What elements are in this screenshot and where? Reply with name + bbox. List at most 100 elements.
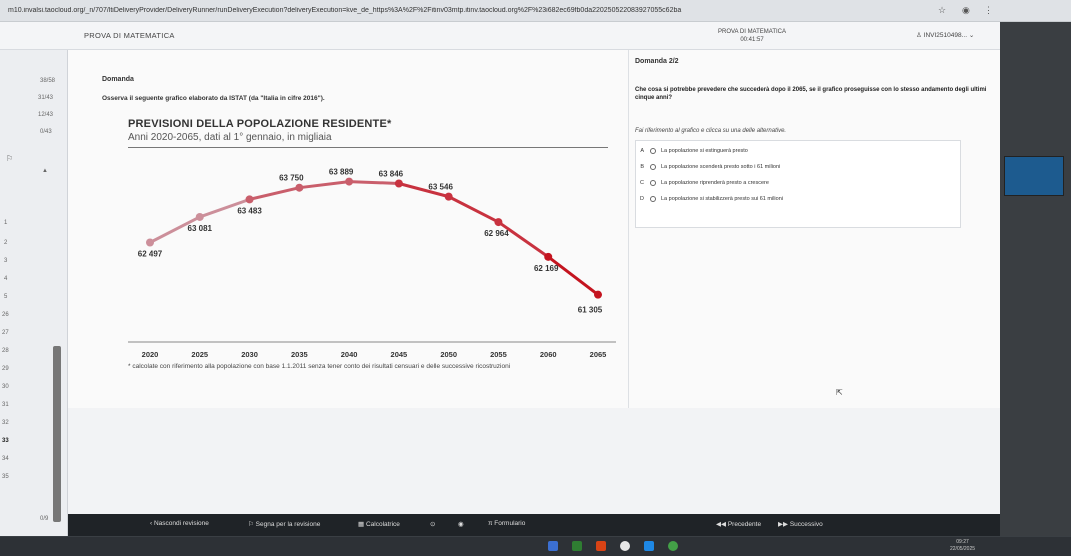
app-title: PROVA DI MATEMATICA bbox=[84, 31, 175, 40]
chart-rule bbox=[128, 147, 608, 148]
x-tick-label: 2030 bbox=[241, 350, 258, 359]
content-background bbox=[68, 408, 1000, 514]
option-a[interactable]: A La popolazione si estinguerà presto bbox=[636, 143, 960, 159]
series-line-segment bbox=[248, 186, 301, 201]
data-label: 63 889 bbox=[329, 168, 354, 177]
formulary-button[interactable]: π Formulario bbox=[488, 520, 525, 527]
nav-item-30[interactable]: 30 bbox=[2, 384, 9, 390]
app-icon-3[interactable] bbox=[596, 541, 606, 551]
chart-subtitle: Anni 2020-2065, dati al 1° gennaio, in m… bbox=[128, 132, 332, 143]
radio-icon[interactable] bbox=[650, 180, 656, 186]
x-tick-label: 2035 bbox=[291, 350, 308, 359]
nav-item-4[interactable]: 4 bbox=[4, 276, 7, 282]
circle-icon: ⊙ bbox=[430, 521, 436, 528]
x-tick-label: 2060 bbox=[540, 350, 557, 359]
option-letter: A bbox=[640, 148, 644, 154]
nav-progress-4[interactable]: 0/43 bbox=[40, 129, 52, 135]
nav-item-32[interactable]: 32 bbox=[2, 420, 9, 426]
series-line-segment bbox=[447, 195, 500, 224]
nav-item-27[interactable]: 27 bbox=[2, 330, 9, 336]
nav-bottom-progress: 0/9 bbox=[40, 516, 49, 522]
x-tick-label: 2040 bbox=[341, 350, 358, 359]
user-menu[interactable]: ♙ INVI2510498... ⌄ bbox=[916, 31, 974, 39]
background-area bbox=[1000, 22, 1071, 536]
chart-footnote: * calcolate con riferimento alla popolaz… bbox=[128, 363, 511, 370]
nav-progress-2[interactable]: 31/43 bbox=[38, 95, 53, 101]
app-icon-6[interactable] bbox=[668, 541, 678, 551]
profile-icon[interactable]: ◉ bbox=[962, 5, 970, 16]
flag-review-button[interactable]: ⚐ Segna per la revisione bbox=[248, 520, 320, 528]
tool-button-2[interactable]: ◉ bbox=[458, 520, 464, 528]
calculator-button[interactable]: ▦ Calcolatrice bbox=[358, 520, 400, 528]
nav-item-34[interactable]: 34 bbox=[2, 456, 9, 462]
option-b[interactable]: B La popolazione scenderà presto sotto i… bbox=[636, 159, 960, 175]
hide-review-button[interactable]: ‹ Nascondi revisione bbox=[150, 520, 209, 527]
rewind-icon: ◀◀ bbox=[716, 521, 728, 528]
data-label: 63 546 bbox=[428, 183, 453, 192]
x-tick-label: 2020 bbox=[142, 350, 159, 359]
nav-item-1[interactable]: 1 bbox=[4, 220, 7, 226]
timer: 00:41:57 bbox=[740, 37, 764, 43]
x-tick-label: 2055 bbox=[490, 350, 507, 359]
next-button[interactable]: ▶▶ Successivo bbox=[778, 520, 823, 528]
nav-progress-3[interactable]: 12/43 bbox=[38, 112, 53, 118]
browser-icon[interactable] bbox=[620, 541, 630, 551]
app-icon-5[interactable] bbox=[644, 541, 654, 551]
nav-scrollbar[interactable] bbox=[53, 346, 61, 522]
data-label: 63 750 bbox=[279, 174, 304, 183]
menu-kebab-icon[interactable]: ⋮ bbox=[984, 5, 993, 16]
target-icon: ◉ bbox=[458, 521, 464, 528]
option-letter: B bbox=[640, 164, 644, 170]
browser-address-bar[interactable]: m10.invalsi.taocloud.org/_n/707/ltiDeliv… bbox=[0, 0, 1071, 22]
nav-item-35[interactable]: 35 bbox=[2, 474, 9, 480]
option-c[interactable]: C La popolazione riprenderà presto a cre… bbox=[636, 175, 960, 191]
data-point bbox=[345, 177, 354, 186]
url-text[interactable]: m10.invalsi.taocloud.org/_n/707/ltiDeliv… bbox=[0, 7, 780, 14]
data-label: 62 497 bbox=[138, 250, 163, 259]
header-center: PROVA DI MATEMATICA 00:41:57 bbox=[718, 28, 786, 44]
app-icon-2[interactable] bbox=[572, 541, 582, 551]
user-icon: ♙ bbox=[916, 32, 924, 39]
nav-item-31[interactable]: 31 bbox=[2, 402, 9, 408]
nav-item-33[interactable]: 33 bbox=[2, 438, 9, 444]
nav-item-29[interactable]: 29 bbox=[2, 366, 9, 372]
question-navigator: 38/58 31/43 12/43 0/43 ⚐ ▲ 1 2 3 4 5 26 … bbox=[0, 50, 68, 536]
nav-item-26[interactable]: 26 bbox=[2, 312, 9, 318]
os-taskbar: 09:27 22/05/2025 bbox=[0, 536, 1071, 556]
radio-icon[interactable] bbox=[650, 196, 656, 202]
option-d[interactable]: D La popolazione si stabilizzerà presto … bbox=[636, 191, 960, 207]
nav-item-2[interactable]: 2 bbox=[4, 240, 7, 246]
calculator-icon: ▦ bbox=[358, 521, 366, 528]
data-point bbox=[594, 290, 602, 299]
option-text: La popolazione si stabilizzerà presto su… bbox=[661, 196, 783, 202]
nav-item-5[interactable]: 5 bbox=[4, 294, 7, 300]
flag-icon[interactable]: ⚐ bbox=[6, 154, 13, 163]
series-line-segment bbox=[297, 180, 351, 190]
flag-icon: ⚐ bbox=[248, 521, 256, 528]
tool-button-1[interactable]: ⊙ bbox=[430, 520, 435, 528]
radio-icon[interactable] bbox=[650, 148, 656, 154]
nav-item-3[interactable]: 3 bbox=[4, 258, 7, 264]
nav-item-28[interactable]: 28 bbox=[2, 348, 9, 354]
star-icon[interactable]: ☆ bbox=[938, 5, 946, 16]
app-icon-1[interactable] bbox=[548, 541, 558, 551]
series-line-segment bbox=[347, 180, 401, 185]
question-text: Che cosa si potrebbe prevedere che succe… bbox=[635, 87, 987, 101]
nav-progress-1[interactable]: 38/58 bbox=[40, 78, 55, 84]
app-header: PROVA DI MATEMATICA PROVA DI MATEMATICA … bbox=[0, 22, 1000, 50]
question-panel: Domanda 2/2 Che cosa si potrebbe prevede… bbox=[628, 50, 1000, 408]
data-point bbox=[245, 195, 254, 204]
answer-options: A La popolazione si estinguerà presto B … bbox=[635, 140, 961, 228]
stimulus-panel: Domanda Osserva il seguente grafico elab… bbox=[68, 50, 628, 408]
data-point bbox=[544, 252, 553, 261]
x-tick-label: 2045 bbox=[391, 350, 408, 359]
data-label: 61 305 bbox=[578, 306, 603, 315]
scroll-up-icon[interactable]: ▲ bbox=[42, 168, 48, 174]
radio-icon[interactable] bbox=[650, 164, 656, 170]
data-label: 62 169 bbox=[534, 264, 559, 273]
previous-button[interactable]: ◀◀ Precedente bbox=[716, 520, 761, 528]
chevron-down-icon: ⌄ bbox=[968, 32, 975, 39]
data-point bbox=[444, 192, 453, 201]
data-label: 62 964 bbox=[484, 229, 509, 238]
test-name: PROVA DI MATEMATICA bbox=[718, 29, 787, 35]
